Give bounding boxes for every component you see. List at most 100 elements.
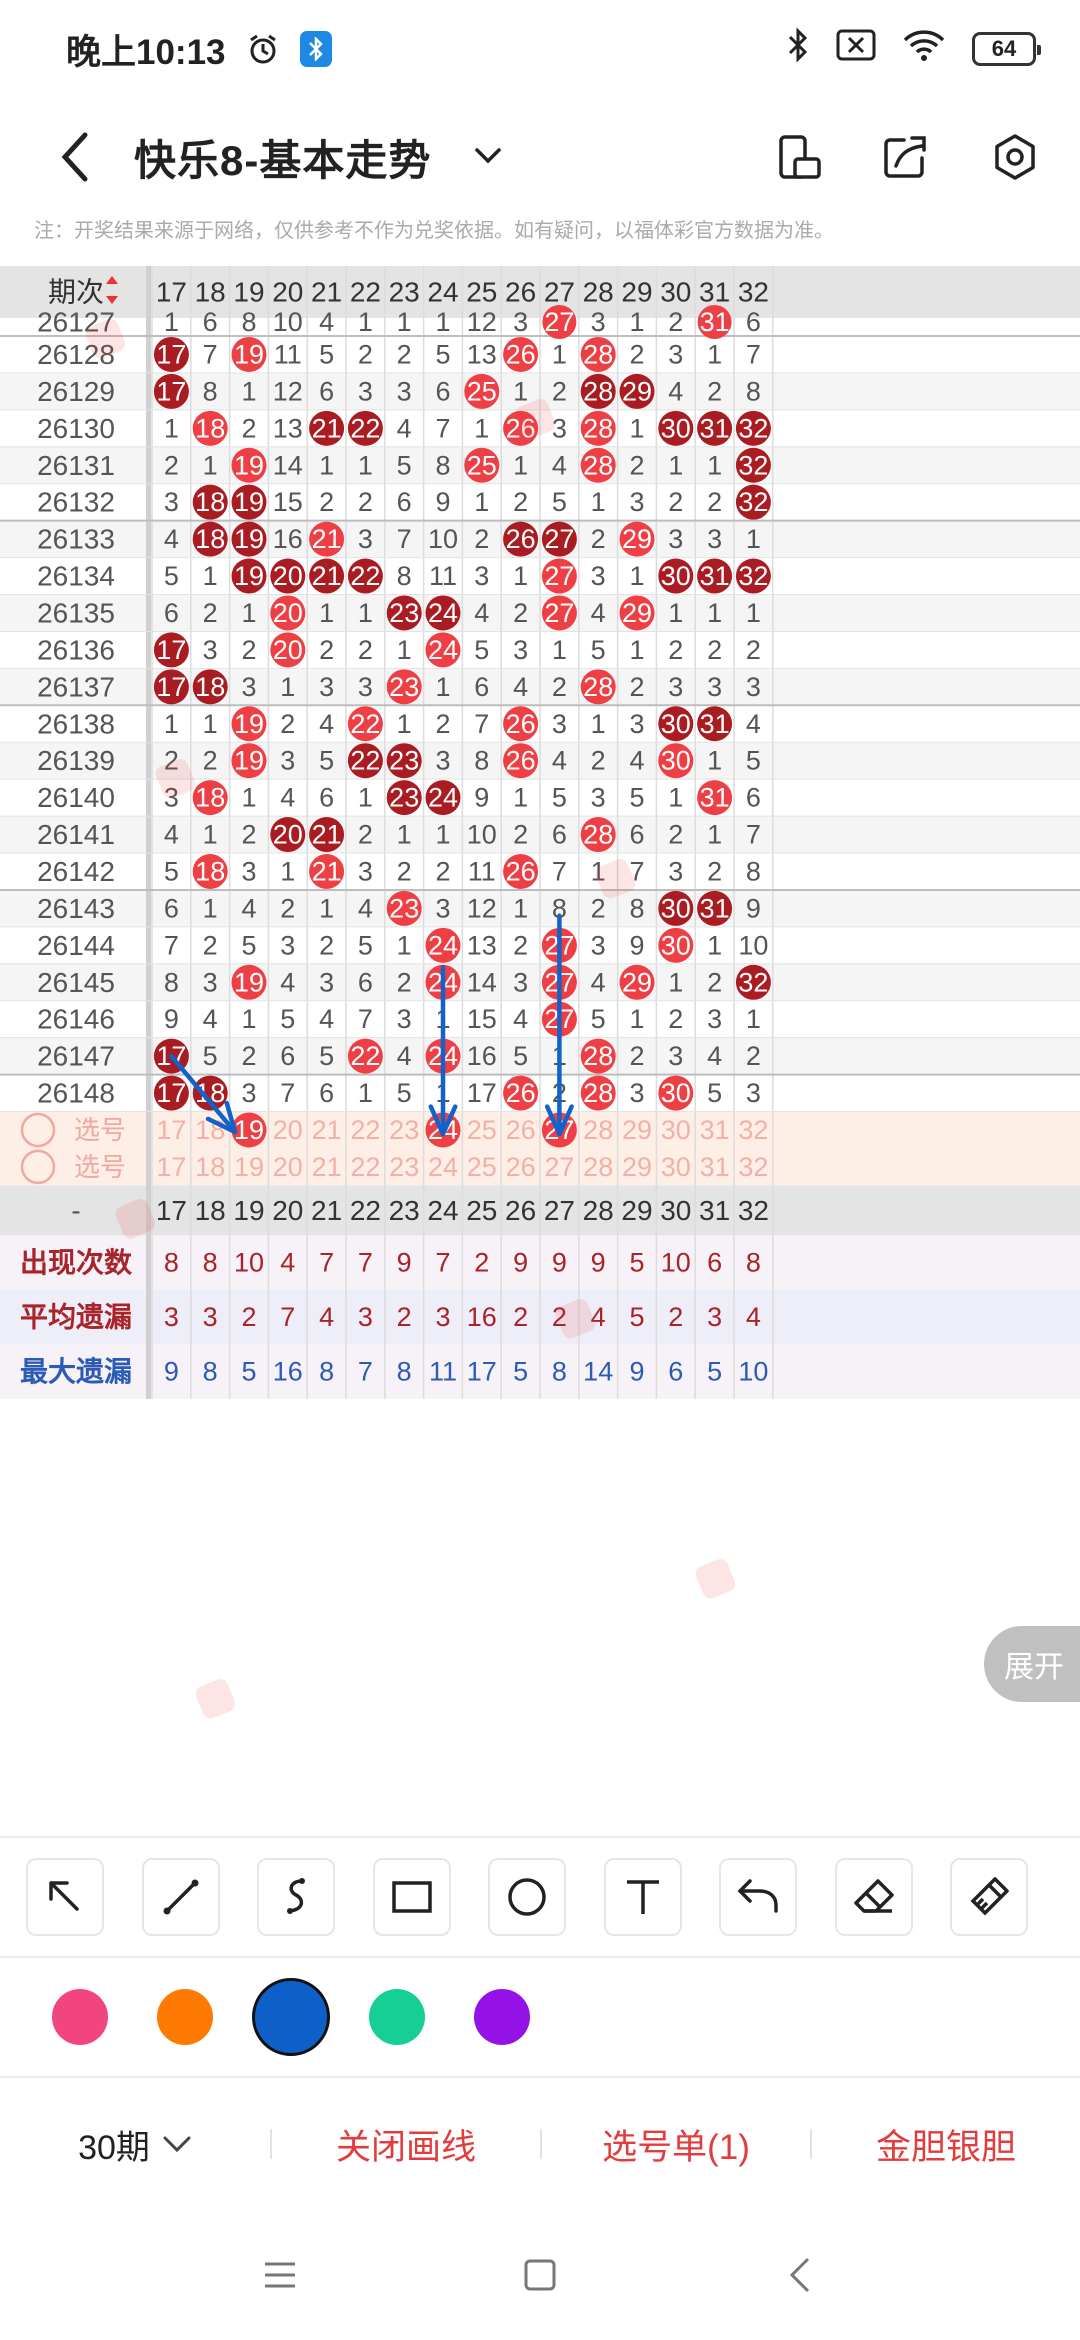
period-selector[interactable]: 30期 [0,2077,270,2211]
pick-candidate[interactable]: 29 [622,1152,652,1182]
miss-count: 1 [629,1004,644,1034]
column-header[interactable]: 26 [505,277,536,308]
column-header[interactable]: 29 [621,277,652,308]
pick-candidate[interactable]: 23 [389,1152,419,1182]
miss-count: 1 [668,783,683,813]
column-header[interactable]: 19 [233,277,264,308]
column-header[interactable]: 27 [544,277,575,308]
menu-nav-button[interactable] [250,2245,310,2305]
hit-number: 28 [583,820,613,850]
color-swatch-3[interactable] [252,1978,330,2056]
settings-button[interactable] [984,126,1046,188]
color-swatch-2[interactable] [157,1989,213,2045]
pick-candidate[interactable]: 28 [583,1152,613,1182]
column-header[interactable]: 18 [195,277,226,308]
clear-tool[interactable] [950,1858,1028,1936]
pick-candidate[interactable]: 24 [428,1152,458,1182]
pick-candidate[interactable]: 19 [234,1152,264,1182]
pick-candidate[interactable]: 31 [700,1115,730,1145]
eraser-tool[interactable] [834,1858,913,1936]
pick-candidate[interactable]: 20 [273,1152,303,1182]
arrow-tool[interactable] [26,1858,104,1936]
gold-silver-button[interactable]: 金胆银胆 [812,2077,1080,2211]
back-nav-button[interactable] [770,2245,830,2305]
app-header: 快乐8-基本走势 [0,98,1080,216]
circle-tool[interactable] [488,1858,566,1936]
pick-candidate[interactable]: 26 [506,1152,536,1182]
column-header[interactable]: 30 [660,277,691,308]
pick-candidate[interactable]: 17 [156,1115,186,1145]
pick-candidate[interactable]: 21 [312,1152,342,1182]
miss-count: 1 [629,561,644,591]
pick-candidate[interactable]: 32 [738,1152,768,1182]
page-title[interactable]: 快乐8-基本走势 [134,98,431,216]
hit-number: 21 [312,413,342,443]
column-header[interactable]: 17 [156,277,187,308]
pick-candidate[interactable]: 26 [506,1115,536,1145]
pick-candidate[interactable]: 28 [583,1115,613,1145]
pick-candidate[interactable]: 17 [156,1152,186,1182]
pick-candidate[interactable]: 29 [622,1115,652,1145]
miss-count: 1 [552,339,567,369]
miss-count: 11 [468,856,496,886]
column-header[interactable]: 23 [389,277,420,308]
hit-number: 19 [234,450,264,480]
home-nav-button[interactable] [510,2245,570,2305]
pick-candidate[interactable]: 22 [350,1115,380,1145]
pick-row-label: 选号 [74,1115,126,1145]
color-swatch-4[interactable] [369,1989,425,2045]
screen-rotate-button[interactable] [768,126,830,188]
pick-candidate[interactable]: 30 [661,1152,691,1182]
pick-candidate[interactable]: 32 [738,1115,768,1145]
column-header[interactable]: 28 [583,277,614,308]
miss-count: 2 [241,635,256,665]
miss-count: 2 [358,820,373,850]
pick-candidate[interactable]: 27 [544,1152,574,1182]
back-button[interactable] [44,124,104,190]
miss-count: 2 [629,339,644,369]
column-header[interactable]: 24 [427,277,458,308]
pick-candidate[interactable]: 31 [700,1152,730,1182]
column-header[interactable]: 32 [738,277,769,308]
share-button[interactable] [874,126,936,188]
miss-count: 6 [164,598,179,628]
expand-button[interactable]: 展开 [984,1626,1080,1702]
pick-candidate[interactable]: 20 [273,1115,303,1145]
color-swatch-5[interactable] [474,1989,530,2045]
text-tool[interactable] [603,1858,682,1936]
rectangle-tool[interactable] [372,1858,451,1936]
column-header[interactable]: 25 [466,277,497,308]
title-dropdown[interactable] [466,134,510,178]
miss-count: 3 [591,561,606,591]
column-header[interactable]: 21 [311,277,342,308]
miss-count: 3 [397,376,412,406]
pick-candidate[interactable]: 21 [312,1115,342,1145]
column-header[interactable]: 31 [699,277,730,308]
pick-candidate[interactable]: 22 [350,1152,380,1182]
wifi-icon [902,28,946,71]
pick-candidate[interactable]: 18 [195,1152,225,1182]
stat-value: 8 [203,1248,218,1278]
miss-count: 2 [591,893,606,923]
close-lines-button[interactable]: 关闭画线 [272,2077,540,2211]
hit-number: 30 [661,413,691,443]
pick-candidate[interactable]: 30 [661,1115,691,1145]
column-header[interactable]: 22 [350,277,381,308]
undo-tool[interactable] [719,1858,797,1936]
miss-count: 3 [513,967,528,997]
pick-candidate[interactable]: 25 [467,1152,497,1182]
picked-number[interactable]: 19 [234,1115,264,1145]
miss-count: 1 [707,598,722,628]
miss-count: 5 [513,1041,528,1071]
miss-count: 3 [358,672,373,702]
curve-tool[interactable] [257,1858,335,1936]
pick-candidate[interactable]: 25 [467,1115,497,1145]
line-tool[interactable] [141,1858,220,1936]
pick-candidate[interactable]: 23 [389,1115,419,1145]
miss-count: 6 [164,893,179,923]
column-header[interactable]: 20 [272,277,303,308]
miss-count: 1 [164,709,179,739]
pick-list-button[interactable]: 选号单(1) [542,2077,810,2211]
color-swatch-1[interactable] [52,1989,108,2045]
miss-count: 2 [397,339,412,369]
